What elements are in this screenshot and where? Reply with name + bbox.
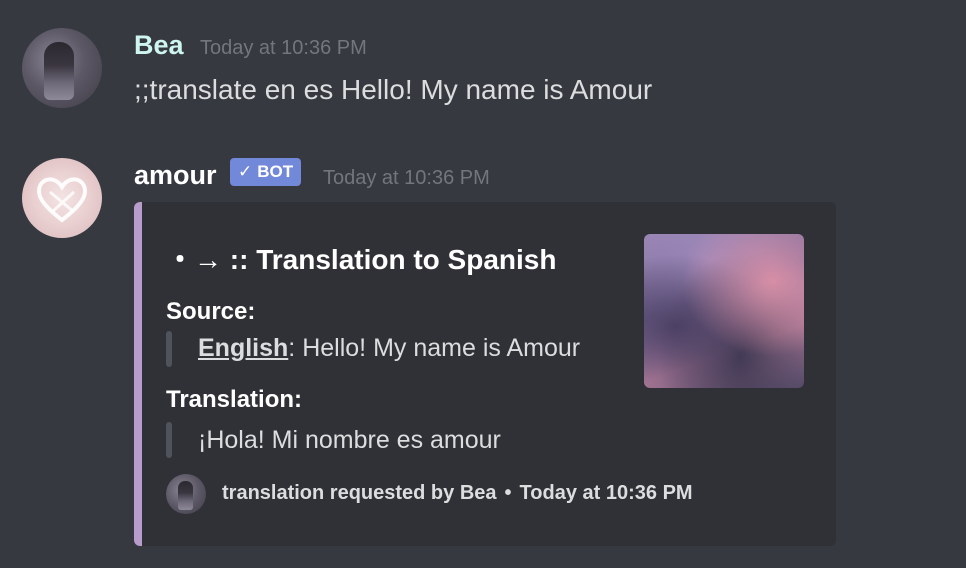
footer-avatar <box>166 474 206 514</box>
source-quote-bar <box>166 331 172 367</box>
source-separator: : <box>288 334 303 362</box>
bot-badge: ✓ BOT <box>230 158 302 186</box>
source-field-value: English: Hello! My name is Amour <box>198 334 580 363</box>
footer-timestamp: Today at 10:36 PM <box>519 482 693 504</box>
bea-username[interactable]: Bea <box>134 30 184 61</box>
amour-username[interactable]: amour <box>134 160 217 191</box>
embed-accent-bar <box>134 202 142 546</box>
avatar-figure <box>44 42 74 100</box>
bea-message-content: ;;translate en es Hello! My name is Amou… <box>134 74 653 105</box>
footer-separator: • <box>504 482 512 504</box>
embed-title: ・→ :: Translation to Spanish <box>166 244 557 275</box>
translation-field-value: ¡Hola! Mi nombre es amour <box>198 426 501 454</box>
checkmark-icon: ✓ <box>238 162 253 181</box>
footer-text: translation requested by Bea <box>222 482 497 504</box>
source-text: Hello! My name is Amour <box>302 334 581 362</box>
amour-timestamp: Today at 10:36 PM <box>323 167 490 189</box>
translation-quote-bar <box>166 422 172 458</box>
bot-badge-label: BOT <box>257 162 294 181</box>
amour-avatar[interactable] <box>22 158 102 238</box>
heart-icon <box>37 177 87 223</box>
source-field-name: Source: <box>166 298 256 325</box>
bea-avatar[interactable] <box>22 28 102 108</box>
translation-embed: ・→ :: Translation to Spanish Source: Eng… <box>134 202 836 546</box>
bea-timestamp: Today at 10:36 PM <box>200 37 367 59</box>
embed-footer: translation requested by Bea • Today at 10… <box>222 482 693 505</box>
translation-field-name: Translation: <box>166 386 303 413</box>
source-language: English <box>198 334 289 362</box>
embed-thumbnail-sky-image[interactable] <box>644 234 804 388</box>
footer-avatar-figure <box>178 481 193 510</box>
